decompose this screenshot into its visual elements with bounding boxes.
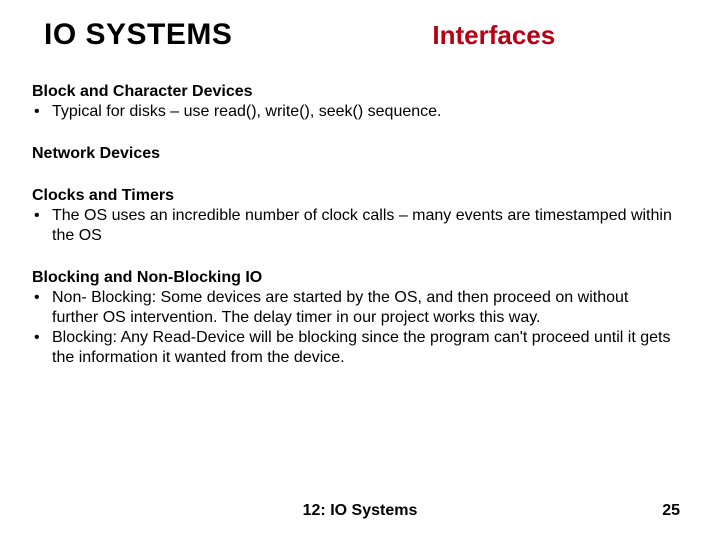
bullet-text: Non- Blocking: Some devices are started … bbox=[50, 288, 688, 328]
section-heading: Network Devices bbox=[32, 144, 688, 164]
bullet-item: • Typical for disks – use read(), write(… bbox=[32, 102, 688, 122]
section-blocking-nonblocking: Blocking and Non-Blocking IO • Non- Bloc… bbox=[32, 268, 688, 368]
bullet-dot-icon: • bbox=[34, 328, 50, 368]
section-block-char-devices: Block and Character Devices • Typical fo… bbox=[32, 82, 688, 122]
slide-title-left: IO SYSTEMS bbox=[44, 18, 232, 52]
footer-page-number: 25 bbox=[662, 502, 680, 520]
bullet-item: • Non- Blocking: Some devices are starte… bbox=[32, 288, 688, 328]
section-clocks-timers: Clocks and Timers • The OS uses an incre… bbox=[32, 186, 688, 246]
section-heading: Clocks and Timers bbox=[32, 186, 688, 206]
section-network-devices: Network Devices bbox=[32, 144, 688, 164]
bullet-text: The OS uses an incredible number of cloc… bbox=[50, 206, 688, 246]
slide-title-right: Interfaces bbox=[432, 20, 555, 51]
bullet-dot-icon: • bbox=[34, 206, 50, 246]
section-heading: Block and Character Devices bbox=[32, 82, 688, 102]
bullet-text: Typical for disks – use read(), write(),… bbox=[50, 102, 688, 122]
bullet-item: • Blocking: Any Read-Device will be bloc… bbox=[32, 328, 688, 368]
section-heading: Blocking and Non-Blocking IO bbox=[32, 268, 688, 288]
footer-center-text: 12: IO Systems bbox=[303, 502, 418, 520]
bullet-dot-icon: • bbox=[34, 288, 50, 328]
bullet-text: Blocking: Any Read-Device will be blocki… bbox=[50, 328, 688, 368]
slide-footer: 12: IO Systems 25 bbox=[0, 502, 720, 520]
slide-header: IO SYSTEMS Interfaces bbox=[0, 0, 720, 52]
slide-content: Block and Character Devices • Typical fo… bbox=[0, 52, 720, 368]
bullet-item: • The OS uses an incredible number of cl… bbox=[32, 206, 688, 246]
bullet-dot-icon: • bbox=[34, 102, 50, 122]
